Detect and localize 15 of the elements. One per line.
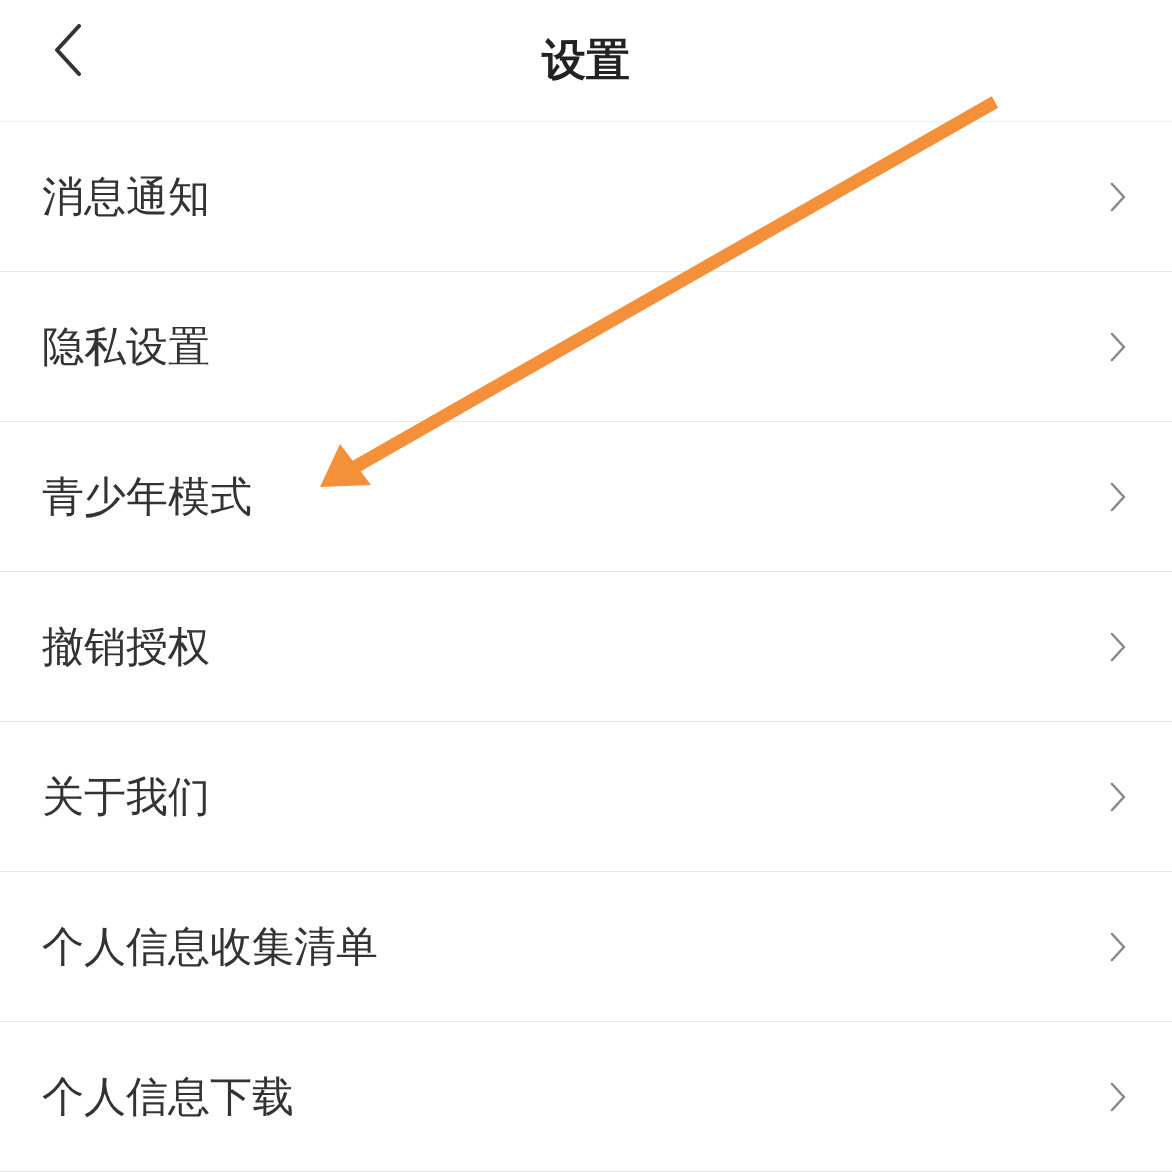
chevron-icon — [1110, 481, 1126, 512]
settings-item[interactable]: 关于我们 — [0, 722, 1172, 872]
chevron-icon — [1110, 781, 1126, 812]
chevron-icon — [1110, 331, 1126, 362]
settings-item[interactable]: 消息通知 — [0, 122, 1172, 272]
chevron-icon — [1110, 1081, 1126, 1112]
page-title: 设置 — [542, 33, 630, 87]
chevron-icon — [1110, 631, 1126, 662]
chevron-icon — [1110, 181, 1126, 212]
settings-item[interactable]: 个人信息收集清单 — [0, 872, 1172, 1022]
settings-item[interactable]: 隐私设置 — [0, 272, 1172, 422]
back-icon[interactable] — [54, 24, 82, 76]
chevron-icon — [1110, 931, 1126, 962]
settings-item[interactable]: 个人信息下载 — [0, 1022, 1172, 1172]
settings-item[interactable]: 撤销授权 — [0, 572, 1172, 722]
